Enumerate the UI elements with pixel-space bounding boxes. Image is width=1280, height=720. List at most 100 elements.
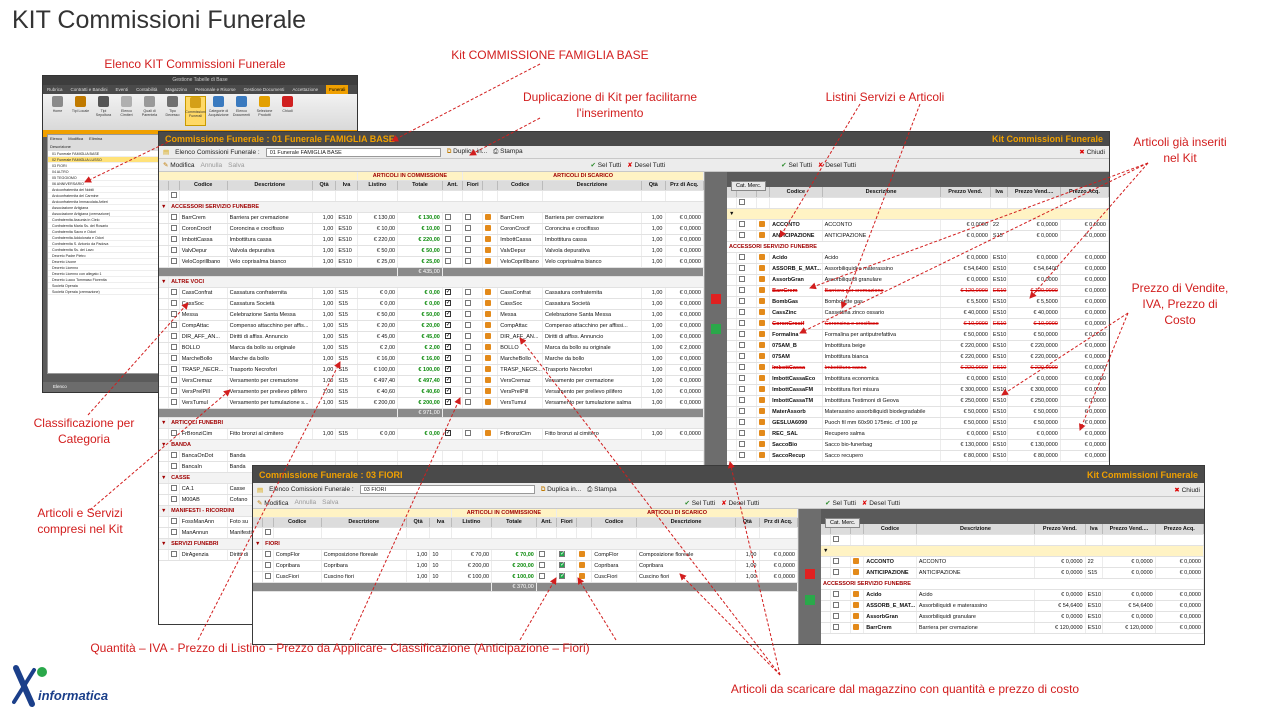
checkbox[interactable] [465, 236, 472, 243]
table-row[interactable]: 075AM_B Imbottitura beige € 220,0000 ES10 € … [727, 340, 1109, 352]
win2-chiudi-button[interactable]: ✖ Chiudi [1174, 486, 1200, 494]
checkbox[interactable] [559, 551, 566, 558]
checkbox[interactable] [465, 247, 472, 254]
checkbox[interactable] [171, 366, 178, 373]
table-row[interactable]: CoronCrocif Coroncina e crocifisso 1,00 ES1… [159, 223, 704, 235]
win2-modifica-button[interactable]: ✎ Modifica [257, 499, 288, 507]
checkbox[interactable] [465, 366, 472, 373]
checkbox[interactable] [171, 452, 178, 459]
checkbox[interactable] [171, 430, 178, 437]
checkbox[interactable] [444, 225, 451, 232]
section-toggle[interactable]: ▼ [253, 538, 264, 550]
table-row[interactable]: BarrCrem Barriera per cremazione € 120,000… [727, 285, 1109, 297]
checkbox[interactable] [171, 377, 178, 384]
table-row[interactable]: VersTumul Versamento per tumulazione s...… [159, 397, 704, 409]
checkbox[interactable] [171, 236, 178, 243]
list-item[interactable]: Società Operaia (cremazione) [48, 289, 161, 295]
table-row[interactable]: CompFlor Composizione floreale 1,00 10 € 70,… [253, 549, 798, 561]
win2-desel-tutti-left[interactable]: ✘ Desel Tutti [721, 499, 759, 507]
checkbox[interactable] [444, 388, 451, 395]
table-row[interactable]: SaccoRecup Sacco recupero € 80,0000 ES10 € 8… [727, 450, 1109, 462]
win2-sel-tutti-left[interactable]: ✔ Sel Tutti [684, 499, 715, 507]
checkbox[interactable] [265, 551, 272, 558]
mini-tab[interactable]: Magazzino [165, 85, 187, 94]
mini-tab[interactable]: Contabilità [136, 85, 157, 94]
checkbox[interactable] [171, 300, 178, 307]
section-row[interactable]: ▼ ALTRE VOCI [159, 276, 704, 288]
checkbox[interactable] [171, 192, 178, 199]
table-row[interactable]: SaccoBio Sacco bio-funerbag € 130,0000 ES10… [727, 439, 1109, 451]
win2-duplica-button[interactable]: ⧉ Duplica in... [541, 486, 581, 494]
section-toggle[interactable]: ▼ [159, 417, 170, 429]
checkbox[interactable] [739, 298, 746, 305]
table-row[interactable]: ASSORB_E_MAT... Assorbiliquidi e materass… [821, 600, 1204, 612]
mini-tab[interactable]: Gestione Documenti [244, 85, 285, 94]
table-row[interactable]: ASSORB_E_MAT... Assorbiliquidi e materass… [727, 263, 1109, 275]
checkbox[interactable] [833, 624, 840, 631]
mini-toolbar-item[interactable]: Elenco [50, 136, 62, 141]
table-row[interactable]: Copribara Copribara 1,00 10 € 200,00 € 200,00… [253, 560, 798, 572]
checkbox[interactable] [739, 254, 746, 261]
checkbox[interactable] [444, 258, 451, 265]
checkbox[interactable] [833, 558, 840, 565]
table-row[interactable]: Formalina Formalina per antiputrefattiva €… [727, 329, 1109, 341]
checkbox[interactable] [739, 364, 746, 371]
table-row[interactable]: VersCremaz Versamento per cremazione 1,00 S… [159, 375, 704, 387]
group-toggle[interactable]: ▼ [727, 208, 1109, 220]
checkbox[interactable] [538, 573, 545, 580]
duplica-button[interactable]: ⧉ Duplica in... [447, 148, 487, 156]
win1-desel-tutti-left[interactable]: ✘ Desel Tutti [627, 161, 665, 169]
section-toggle[interactable]: ▼ [159, 505, 170, 517]
checkbox[interactable] [559, 573, 566, 580]
checkbox[interactable] [739, 452, 746, 459]
checkbox[interactable] [739, 287, 746, 294]
win2-kit-select[interactable]: 03 FIORI [359, 485, 535, 494]
checkbox[interactable] [739, 408, 746, 415]
table-row[interactable]: VersPrelPill Versamento per prelievo pili… [159, 386, 704, 398]
checkbox[interactable] [739, 375, 746, 382]
checkbox[interactable] [171, 399, 178, 406]
checkbox[interactable] [444, 322, 451, 329]
checkbox[interactable] [444, 377, 451, 384]
checkbox[interactable] [465, 388, 472, 395]
checkbox[interactable] [444, 366, 451, 373]
checkbox[interactable] [444, 247, 451, 254]
table-row[interactable]: VeloCoprillbano Velo coprisalma bianco 1,0… [159, 256, 704, 268]
table-row[interactable]: ValvDepur Valvola depurativa 1,00 ES10 € 50,… [159, 245, 704, 257]
win2-stampa-button[interactable]: ⎙ Stampa [587, 486, 616, 494]
table-row[interactable]: REC_SAL Recupero salma € 0,0000 ES10 € 0,000… [727, 428, 1109, 440]
checkbox[interactable] [444, 300, 451, 307]
checkbox[interactable] [265, 562, 272, 569]
table-row[interactable]: ImbottCassa Imbottitura cassa € 220,0000 ES… [727, 362, 1109, 374]
checkbox[interactable] [171, 333, 178, 340]
checkbox[interactable] [171, 214, 178, 221]
section-toggle[interactable]: ▼ [159, 538, 170, 550]
table-row[interactable]: ACCONTO ACCONTO € 0,0000 22 € 0,0000 € 0,0000 [727, 219, 1109, 231]
win1-desel-tutti-right[interactable]: ✘ Desel Tutti [818, 161, 856, 169]
checkbox[interactable] [739, 265, 746, 272]
checkbox[interactable] [171, 388, 178, 395]
mini-ribbon-button[interactable]: Quali di Parentela [139, 96, 160, 126]
mini-tab[interactable]: Accettazione [292, 85, 318, 94]
checkbox[interactable] [171, 258, 178, 265]
checkbox[interactable] [171, 355, 178, 362]
table-row[interactable]: BarrCrem Barriera per cremazione 1,00 ES10 €… [159, 212, 704, 224]
mini-tab[interactable]: Contratti e Bandini [71, 85, 108, 94]
mini-toolbar-item[interactable]: Modifica [68, 136, 83, 141]
mini-ribbon-button[interactable]: Elenco Cimiteri [116, 96, 137, 126]
section-toggle[interactable]: ▼ [159, 201, 170, 213]
checkbox[interactable] [739, 430, 746, 437]
win1-sel-tutti-left[interactable]: ✔ Sel Tutti [590, 161, 621, 169]
mini-ribbon-button[interactable]: Categorie di Acquisizione [208, 96, 229, 126]
checkbox[interactable] [171, 247, 178, 254]
checkbox[interactable] [739, 353, 746, 360]
arrow-right-icon[interactable] [711, 294, 721, 304]
mini-tab[interactable]: Rubrica [47, 85, 63, 94]
table-row[interactable]: MaterAssorb Materassino assorbiliquidi bi… [727, 406, 1109, 418]
group-row[interactable]: ▼ [727, 208, 1109, 220]
table-row[interactable]: MarcheBollo Marche da bollo 1,00 S15 € 16,00… [159, 353, 704, 365]
table-row[interactable]: TRASP_NECR... Trasporto Necrofori 1,00 S15 €… [159, 364, 704, 376]
checkbox[interactable] [833, 569, 840, 576]
checkbox[interactable] [171, 311, 178, 318]
checkbox[interactable] [171, 289, 178, 296]
